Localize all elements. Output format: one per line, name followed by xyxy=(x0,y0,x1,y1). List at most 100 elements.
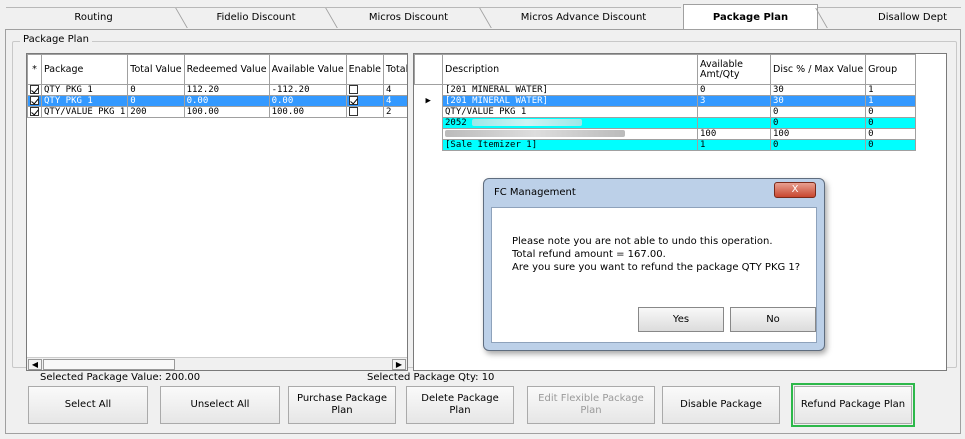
cell-package: QTY PKG 1 xyxy=(40,84,129,96)
cell-redeemed-value: 112.20 xyxy=(183,84,270,96)
tab-fidelio-discount[interactable]: Fidelio Discount xyxy=(181,7,331,29)
dialog-message-line: Total refund amount = 167.00. xyxy=(512,249,666,260)
scroll-right-icon[interactable]: ▶ xyxy=(392,359,406,370)
row-checkbox-cell[interactable] xyxy=(27,84,42,96)
column-header-redeemed-value[interactable]: Redeemed Value xyxy=(183,54,270,85)
tab-micros-discount[interactable]: Micros Discount xyxy=(331,7,486,29)
select-all-button[interactable]: Select All xyxy=(28,386,148,424)
scroll-thumb[interactable] xyxy=(43,359,175,370)
cell-package: QTY PKG 1 xyxy=(40,95,129,107)
cell-available-value: -112.20 xyxy=(268,84,347,96)
package-grid[interactable]: * Package Total Value Redeemed Value Ava… xyxy=(26,53,408,371)
row-indicator xyxy=(414,117,443,129)
cell-available xyxy=(697,106,771,118)
table-row[interactable]: 2052 0 0 xyxy=(414,117,917,129)
row-header-corner xyxy=(414,54,443,85)
column-header-total-value[interactable]: Total Value xyxy=(127,54,185,85)
cell-group: 0 xyxy=(865,117,917,129)
cell-group: 0 xyxy=(865,139,917,151)
cell-available: 0 xyxy=(697,84,771,96)
enable-checkbox-cell[interactable] xyxy=(345,84,385,96)
column-header-available-amt-qty[interactable]: Available Amt/Qty xyxy=(697,54,771,85)
row-checkbox[interactable] xyxy=(30,107,39,116)
cell-redeemed-value: 0.00 xyxy=(183,95,270,107)
row-indicator xyxy=(414,139,443,151)
row-indicator xyxy=(414,128,443,140)
enable-checkbox[interactable] xyxy=(348,107,358,116)
cell-disc: 30 xyxy=(769,84,867,96)
horizontal-scrollbar[interactable]: ◀ ▶ xyxy=(27,357,407,370)
column-header-group[interactable]: Group xyxy=(865,54,917,85)
purchase-package-plan-button[interactable]: Purchase Package Plan xyxy=(288,386,396,424)
package-table: * Package Total Value Redeemed Value Ava… xyxy=(27,54,407,118)
delete-package-plan-button[interactable]: Delete Package Plan xyxy=(406,386,514,424)
column-header-available-value[interactable]: Available Value xyxy=(268,54,347,85)
dialog-message: Please note you are not able to undo thi… xyxy=(512,235,800,274)
enable-checkbox[interactable] xyxy=(348,96,358,105)
dialog-message-line: Please note you are not able to undo thi… xyxy=(512,236,773,247)
yes-button[interactable]: Yes xyxy=(638,307,724,332)
row-indicator xyxy=(414,106,443,118)
tab-micros-advance-discount[interactable]: Micros Advance Discount xyxy=(486,7,681,29)
cell-group: 1 xyxy=(865,84,917,96)
cell-redeemed-value: 100.00 xyxy=(183,106,270,118)
enable-checkbox-cell[interactable] xyxy=(345,106,385,118)
cell-description: 2052 xyxy=(442,117,698,129)
table-row[interactable]: ▶ [201 MINERAL WATER] 3 30 1 xyxy=(414,95,917,107)
cell-available: 1 xyxy=(697,139,771,151)
redacted-text xyxy=(445,130,625,137)
column-header-description[interactable]: Description xyxy=(442,54,698,85)
cell-group: 0 xyxy=(865,128,917,140)
table-row[interactable]: [201 MINERAL WATER] 0 30 1 xyxy=(414,84,917,96)
row-checkbox-cell[interactable] xyxy=(27,95,42,107)
selected-package-value: Selected Package Value: 200.00 xyxy=(40,372,201,383)
cell-total-qty: 2 xyxy=(383,106,407,118)
cell-description: [201 MINERAL WATER] xyxy=(442,95,698,107)
selected-package-qty: Selected Package Qty: 10 xyxy=(367,372,495,383)
cell-disc: 0 xyxy=(769,117,867,129)
current-row-pointer-icon: ▶ xyxy=(414,95,443,107)
enable-checkbox-cell[interactable] xyxy=(345,95,385,107)
cell-available: 3 xyxy=(697,95,771,107)
dialog-body: Please note you are not able to undo thi… xyxy=(491,207,817,343)
column-header-disc-max-value[interactable]: Disc % / Max Value xyxy=(769,54,867,85)
cell-description: [Sale Itemizer 1] xyxy=(442,139,698,151)
enable-checkbox[interactable] xyxy=(348,85,358,94)
column-header-enable[interactable]: Enable xyxy=(345,54,385,85)
row-checkbox-cell[interactable] xyxy=(27,106,42,118)
table-row[interactable]: QTY/VALUE PKG 1 0 0 xyxy=(414,106,917,118)
row-checkbox[interactable] xyxy=(30,96,39,105)
table-row[interactable]: QTY PKG 1 0 112.20 -112.20 4 xyxy=(27,84,407,96)
cell-group: 0 xyxy=(865,106,917,118)
tab-disallow-dept[interactable]: Disallow Dept xyxy=(818,7,961,29)
cell-total-qty: 4 xyxy=(383,95,407,107)
tab-package-plan[interactable]: Package Plan xyxy=(683,4,818,30)
unselect-all-button[interactable]: Unselect All xyxy=(160,386,280,424)
refund-package-plan-button[interactable]: Refund Package Plan xyxy=(791,383,915,427)
cell-total-value: 0 xyxy=(127,95,185,107)
column-header-marker[interactable]: * xyxy=(27,54,42,85)
cell-total-qty: 4 xyxy=(383,84,407,96)
tab-routing[interactable]: Routing xyxy=(6,7,181,29)
row-indicator xyxy=(414,84,443,96)
table-row[interactable]: QTY/VALUE PKG 1 200 100.00 100.00 2 xyxy=(27,106,407,118)
table-row[interactable]: 100 100 0 xyxy=(414,128,917,140)
cell-total-value: 0 xyxy=(127,84,185,96)
table-row[interactable]: QTY PKG 1 0 0.00 0.00 4 xyxy=(27,95,407,107)
dialog-title: FC Management xyxy=(494,187,576,198)
row-checkbox[interactable] xyxy=(30,85,39,94)
dialog-message-line: Are you sure you want to refund the pack… xyxy=(512,262,801,273)
close-icon[interactable]: X xyxy=(774,182,816,198)
table-row[interactable]: [Sale Itemizer 1] 1 0 0 xyxy=(414,139,917,151)
column-header-package[interactable]: Package xyxy=(40,54,129,85)
cell-disc: 0 xyxy=(769,139,867,151)
tab-strip: Routing Fidelio Discount Micros Discount… xyxy=(6,4,961,30)
cell-disc: 100 xyxy=(769,128,867,140)
scroll-left-icon[interactable]: ◀ xyxy=(28,359,42,370)
no-button[interactable]: No xyxy=(730,307,816,332)
edit-flexible-package-plan-button[interactable]: Edit Flexible Package Plan xyxy=(527,386,655,424)
disable-package-button[interactable]: Disable Package xyxy=(662,386,780,424)
cell-description xyxy=(442,128,698,140)
column-header-total-qty[interactable]: Total Qt xyxy=(383,54,407,85)
cell-description-text: 2052 xyxy=(445,118,467,128)
